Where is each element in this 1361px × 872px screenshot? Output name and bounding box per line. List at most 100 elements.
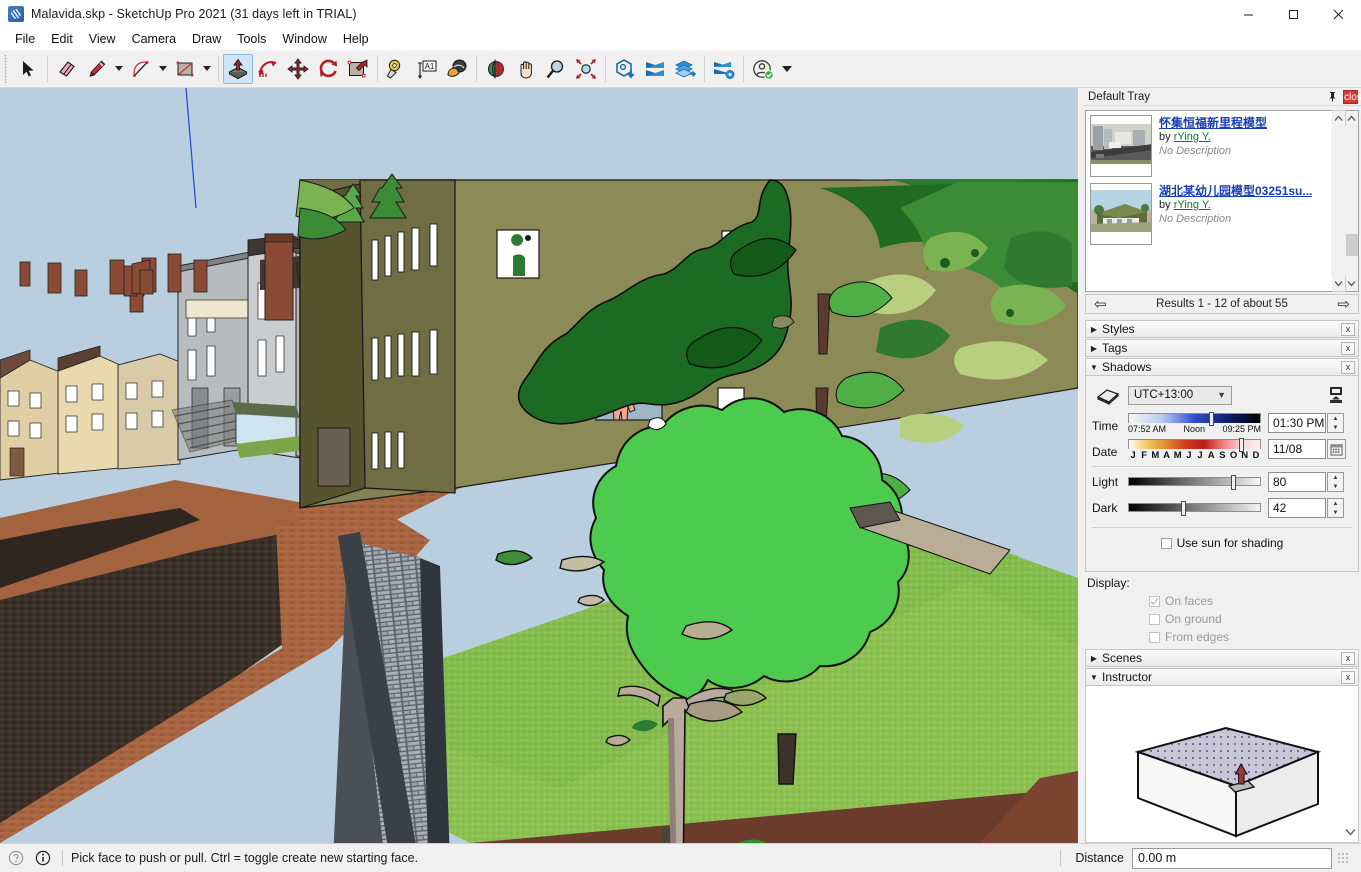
outer-scroll-down-icon[interactable] bbox=[1331, 276, 1346, 291]
eraser-tool[interactable] bbox=[52, 54, 82, 84]
pan-tool[interactable] bbox=[511, 54, 541, 84]
rotate-tool[interactable] bbox=[313, 54, 343, 84]
use-sun-for-shading-row[interactable]: Use sun for shading bbox=[1086, 532, 1358, 550]
zoom-extents-tool[interactable] bbox=[571, 54, 601, 84]
manage-tags-tool[interactable] bbox=[709, 54, 739, 84]
text-tool[interactable]: A1 bbox=[412, 54, 442, 84]
close-button[interactable] bbox=[1316, 0, 1361, 28]
sidebar-item-instructor[interactable]: ▼ Instructor x bbox=[1085, 668, 1359, 686]
calendar-icon[interactable] bbox=[1327, 439, 1346, 459]
close-section-tags[interactable]: x bbox=[1341, 341, 1355, 355]
on-faces-checkbox[interactable] bbox=[1149, 595, 1160, 607]
dark-slider[interactable] bbox=[1128, 498, 1261, 516]
arc-tool-dropdown-arrow[interactable] bbox=[156, 54, 170, 84]
light-slider-handle[interactable] bbox=[1231, 475, 1237, 490]
scale-tool[interactable] bbox=[343, 54, 373, 84]
minimize-button[interactable] bbox=[1226, 0, 1271, 28]
dark-value-field[interactable]: 42 bbox=[1268, 498, 1326, 518]
time-slider[interactable]: 07:52 AM Noon 09:25 PM bbox=[1128, 412, 1261, 434]
list-item[interactable]: 湖北某幼儿园模型03251su... by rYing Y. No Descri… bbox=[1090, 183, 1341, 245]
maximize-button[interactable] bbox=[1271, 0, 1316, 28]
menu-help[interactable]: Help bbox=[335, 30, 377, 49]
paint-bucket-tool[interactable] bbox=[442, 54, 472, 84]
light-value-field[interactable]: 80 bbox=[1268, 472, 1326, 492]
menu-tools[interactable]: Tools bbox=[229, 30, 274, 49]
use-sun-checkbox[interactable] bbox=[1160, 537, 1172, 549]
tape-measure-tool[interactable] bbox=[382, 54, 412, 84]
menu-edit[interactable]: Edit bbox=[43, 30, 81, 49]
resize-grip-icon[interactable] bbox=[1337, 852, 1349, 864]
menu-camera[interactable]: Camera bbox=[124, 30, 184, 49]
tray-outer-scrollbar[interactable] bbox=[1331, 110, 1346, 292]
dark-stepper-down[interactable]: ▼ bbox=[1328, 508, 1343, 517]
display-option-on-faces[interactable]: On faces bbox=[1085, 592, 1359, 610]
sidebar-item-shadows[interactable]: ▼ Shadows x bbox=[1085, 358, 1359, 376]
select-tool[interactable] bbox=[13, 54, 43, 84]
push-pull-tool[interactable] bbox=[223, 53, 253, 84]
follow-me-tool[interactable] bbox=[253, 54, 283, 84]
3d-model-viewport[interactable] bbox=[0, 88, 1078, 843]
on-ground-checkbox[interactable] bbox=[1149, 613, 1160, 625]
time-stepper-up[interactable]: ▲ bbox=[1328, 414, 1343, 423]
outer-scroll-track[interactable] bbox=[1331, 126, 1346, 276]
question-circle-icon[interactable] bbox=[5, 847, 27, 869]
from-edges-checkbox[interactable] bbox=[1149, 631, 1160, 643]
move-tool[interactable] bbox=[283, 54, 313, 84]
layers-tool[interactable] bbox=[670, 54, 700, 84]
tags-tool[interactable] bbox=[640, 54, 670, 84]
line-tool-dropdown-arrow[interactable] bbox=[112, 54, 126, 84]
light-slider[interactable] bbox=[1128, 472, 1261, 490]
dark-stepper-up[interactable]: ▲ bbox=[1328, 499, 1343, 508]
time-stepper-down[interactable]: ▼ bbox=[1328, 423, 1343, 432]
model-title-link[interactable]: 湖北某幼儿园模型03251su... bbox=[1159, 184, 1312, 198]
scroll-thumb[interactable] bbox=[1344, 234, 1358, 256]
dark-slider-handle[interactable] bbox=[1181, 501, 1187, 516]
outer-scroll-up-icon[interactable] bbox=[1331, 111, 1346, 126]
info-circle-icon[interactable] bbox=[32, 847, 54, 869]
date-slider-handle[interactable] bbox=[1239, 438, 1245, 452]
account-button[interactable] bbox=[748, 54, 778, 84]
model-thumbnail[interactable] bbox=[1090, 115, 1152, 177]
light-stepper-up[interactable]: ▲ bbox=[1328, 473, 1343, 482]
display-option-on-ground[interactable]: On ground bbox=[1085, 610, 1359, 628]
time-slider-handle[interactable] bbox=[1208, 412, 1214, 426]
account-dropdown-arrow[interactable] bbox=[778, 54, 796, 84]
line-tool[interactable] bbox=[82, 54, 112, 84]
list-item[interactable]: 怀集恒福新里程模型 by rYing Y. No Description bbox=[1090, 115, 1341, 177]
menu-file[interactable]: File bbox=[7, 30, 43, 49]
model-thumbnail[interactable] bbox=[1090, 183, 1152, 245]
close-section-styles[interactable]: x bbox=[1341, 322, 1355, 336]
model-title-link[interactable]: 怀集恒福新里程模型 bbox=[1159, 116, 1267, 130]
pin-icon[interactable] bbox=[1324, 89, 1340, 105]
model-info-tool[interactable] bbox=[610, 54, 640, 84]
sidebar-item-tags[interactable]: ▶ Tags x bbox=[1085, 339, 1359, 357]
warehouse-results-list[interactable]: 怀集恒福新里程模型 by rYing Y. No Description 湖北某… bbox=[1085, 110, 1359, 292]
display-shadows-toggle[interactable] bbox=[1327, 386, 1344, 405]
rectangle-tool[interactable] bbox=[170, 54, 200, 84]
timezone-select[interactable]: UTC+13:00 ▼ bbox=[1128, 385, 1232, 405]
close-section-scenes[interactable]: x bbox=[1341, 651, 1355, 665]
author-link[interactable]: rYing Y. bbox=[1174, 199, 1211, 211]
time-stepper[interactable]: ▲ ▼ bbox=[1327, 413, 1344, 433]
close-section-instructor[interactable]: x bbox=[1341, 670, 1355, 684]
toolbar-grip[interactable] bbox=[2, 54, 10, 83]
distance-input[interactable]: 0.00 m bbox=[1132, 847, 1332, 869]
light-stepper-down[interactable]: ▼ bbox=[1328, 482, 1343, 491]
date-value-field[interactable]: 11/08 bbox=[1268, 439, 1326, 459]
arc-tool[interactable] bbox=[126, 54, 156, 84]
sidebar-item-styles[interactable]: ▶ Styles x bbox=[1085, 320, 1359, 338]
author-link[interactable]: rYing Y. bbox=[1174, 131, 1211, 143]
sidebar-item-scenes[interactable]: ▶ Scenes x bbox=[1085, 649, 1359, 667]
menu-view[interactable]: View bbox=[81, 30, 124, 49]
prev-results-button[interactable]: ⇦ bbox=[1094, 297, 1107, 312]
light-stepper[interactable]: ▲ ▼ bbox=[1327, 472, 1344, 492]
next-results-button[interactable]: ⇨ bbox=[1337, 297, 1350, 312]
zoom-tool[interactable] bbox=[541, 54, 571, 84]
time-value-field[interactable]: 01:30 PM bbox=[1268, 413, 1326, 433]
tray-close-button[interactable]: close-icon bbox=[1343, 89, 1361, 117]
instructor-scroll-down-icon[interactable] bbox=[1343, 824, 1357, 840]
display-option-from-edges[interactable]: From edges bbox=[1085, 628, 1359, 646]
close-section-shadows[interactable]: x bbox=[1341, 360, 1355, 374]
menu-draw[interactable]: Draw bbox=[184, 30, 229, 49]
orbit-tool[interactable] bbox=[481, 54, 511, 84]
